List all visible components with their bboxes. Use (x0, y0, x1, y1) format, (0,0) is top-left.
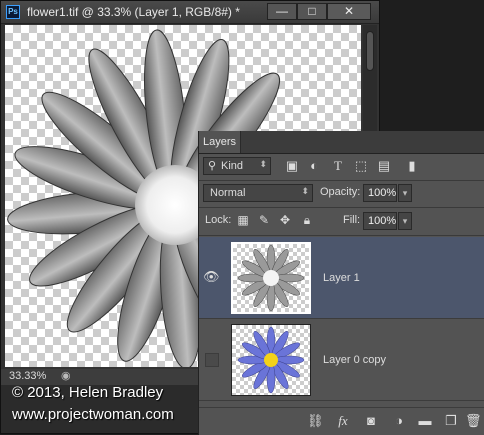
trash-icon[interactable]: 🗑︎ (465, 413, 482, 429)
mask-icon[interactable]: ◙ (363, 413, 379, 429)
lock-image-pixels-icon[interactable]: ✎ (257, 213, 271, 227)
panel-tabbar: Layers (199, 131, 484, 154)
status-info-icon[interactable]: ◉ (61, 369, 71, 382)
image-filter-icon[interactable]: ▣ (283, 157, 301, 175)
document-titlebar[interactable]: Ps flower1.tif @ 33.3% (Layer 1, RGB/8#)… (1, 1, 379, 24)
lock-position-icon[interactable]: ✥ (278, 213, 292, 227)
lock-row: Lock: ▦ ✎ ✥ 🔒︎ Fill: 100% ▾ (199, 208, 484, 234)
kind-filter-label: Kind (221, 160, 244, 172)
lock-transparent-pixels-icon[interactable]: ▦ (236, 213, 250, 227)
layer-thumbnail[interactable] (231, 324, 311, 396)
new-layer-icon[interactable]: ❐ (443, 413, 459, 429)
minimize-icon: — (276, 4, 288, 18)
kind-filter-select[interactable]: ⚲ Kind ⬍ (203, 157, 271, 175)
adjustment-icon[interactable]: ◑ (391, 413, 407, 429)
opacity-label: Opacity: (320, 186, 361, 198)
maximize-icon: □ (308, 4, 316, 18)
folder-icon[interactable]: ▬ (417, 413, 433, 429)
blend-mode-select[interactable]: Normal ⬍ (203, 184, 313, 202)
divider (199, 235, 484, 236)
blend-mode-value: Normal (210, 187, 246, 199)
layer-name[interactable]: Layer 1 (323, 272, 360, 284)
fill-label: Fill: (343, 214, 361, 226)
fill-dropdown[interactable]: ▾ (398, 212, 412, 230)
opacity-input[interactable]: 100% (363, 184, 397, 202)
opacity-dropdown[interactable]: ▾ (398, 184, 412, 202)
search-icon: ⚲ (208, 160, 217, 172)
fill-input[interactable]: 100% (363, 212, 397, 230)
link-icon[interactable]: ⛓ (307, 413, 324, 429)
layer-thumbnail[interactable] (231, 242, 311, 314)
website-watermark: www.projectwoman.com (12, 406, 174, 423)
layer-name[interactable]: Layer 0 copy (323, 354, 386, 366)
tab-layers[interactable]: Layers (199, 131, 241, 153)
layer-filter-row: ⚲ Kind ⬍ ▣ ◐ T ⬚ ▤ ▮ (199, 154, 484, 180)
flower-thumbnail-gray (237, 244, 305, 312)
lock-all-icon[interactable]: 🔒︎ (300, 213, 314, 227)
filter-toggle-icon[interactable]: ▮ (403, 157, 421, 175)
shape-filter-icon[interactable]: ⬚ (352, 157, 370, 175)
flower-thumbnail-color (237, 326, 305, 394)
layers-panel: Layers ⚲ Kind ⬍ ▣ ◐ T ⬚ ▤ ▮ Normal ⬍ Opa… (198, 131, 484, 435)
fx-icon[interactable]: fx (335, 413, 351, 429)
layers-bottom-toolbar: ⛓ fx ◙ ◑ ▬ ❐ 🗑︎ (199, 407, 484, 435)
minimize-button[interactable]: — (267, 3, 297, 20)
zoom-level[interactable]: 33.33% (9, 370, 46, 382)
adjustment-filter-icon[interactable]: ◐ (305, 157, 323, 175)
maximize-button[interactable]: □ (297, 3, 327, 20)
close-button[interactable]: ✕ (327, 3, 371, 20)
copyright-watermark: © 2013, Helen Bradley (12, 384, 164, 401)
layer-row-layer-1[interactable]: 👁︎ Layer 1 (199, 237, 484, 319)
lock-label: Lock: (205, 214, 232, 226)
photoshop-logo-icon: Ps (6, 5, 20, 19)
blend-row: Normal ⬍ Opacity: 100% ▾ (199, 181, 484, 207)
eye-icon[interactable]: 👁︎ (203, 269, 220, 285)
chevron-updown-icon: ⬍ (301, 186, 309, 196)
chevron-updown-icon: ⬍ (259, 159, 267, 169)
layer-row-layer-0-copy[interactable]: Layer 0 copy (199, 319, 484, 401)
type-filter-icon[interactable]: T (329, 157, 347, 175)
scrollbar-thumb[interactable] (366, 31, 374, 71)
visibility-toggle[interactable] (205, 353, 219, 367)
close-icon: ✕ (343, 4, 355, 18)
smart-object-filter-icon[interactable]: ▤ (375, 157, 393, 175)
document-title: flower1.tif @ 33.3% (Layer 1, RGB/8#) * (27, 5, 240, 19)
